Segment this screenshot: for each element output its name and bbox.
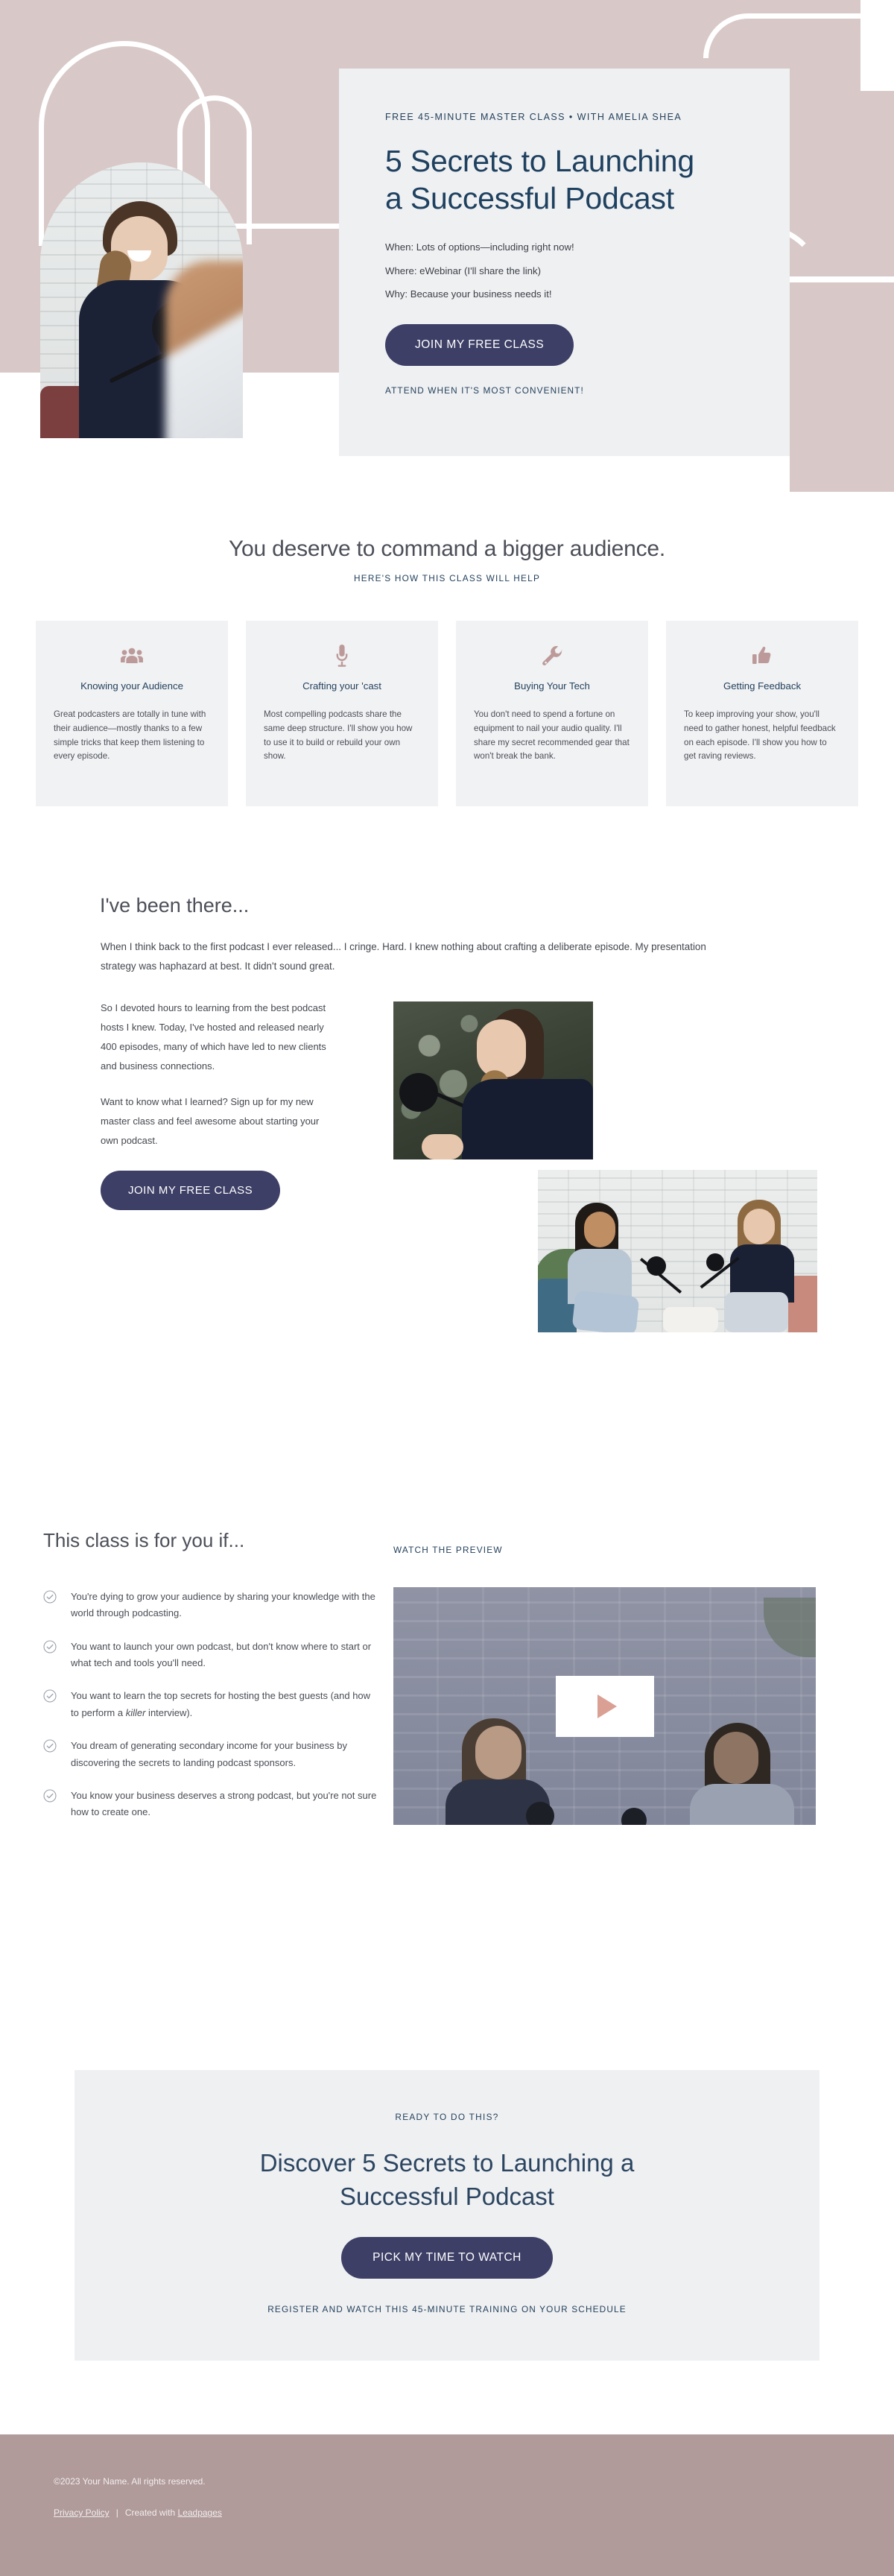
checklist-item-text: You're dying to grow your audience by sh… (71, 1591, 375, 1619)
story-text-column: So I devoted hours to learning from the … (101, 999, 337, 1167)
checklist-item: You know your business deserves a strong… (43, 1788, 378, 1821)
final-cta-eyebrow: READY TO DO THIS? (395, 2112, 499, 2122)
studio-microphone-left (647, 1256, 666, 1276)
checklist-item-text: You want to learn the top secrets for ho… (71, 1690, 371, 1718)
studio-host-face (744, 1209, 775, 1244)
story-title: I've been there... (100, 894, 250, 917)
story-image-studio (538, 1170, 817, 1332)
studio-host-legs (724, 1292, 788, 1332)
check-circle-icon (43, 1689, 57, 1721)
final-cta-footnote: REGISTER AND WATCH THIS 45-MINUTE TRAINI… (267, 2304, 627, 2315)
studio-guest-legs (571, 1290, 640, 1332)
benefit-card-title: Crafting your 'cast (302, 680, 381, 692)
checklist-item-text: You dream of generating secondary income… (71, 1740, 347, 1768)
benefit-card-body: Great podcasters are totally in tune wit… (54, 709, 206, 762)
benefits-section: You deserve to command a bigger audience… (0, 492, 894, 806)
hero-title-line-1: 5 Secrets to Launching (385, 144, 694, 178)
for-you-title: This class is for you if... (43, 1529, 245, 1551)
checklist-item: You want to launch your own podcast, but… (43, 1639, 378, 1672)
studio-microphone-right (706, 1253, 724, 1271)
for-you-section: This class is for you if... You're dying… (0, 1529, 894, 2006)
story-intro-paragraph: When I think back to the first podcast I… (101, 941, 706, 972)
hero-meta-list: When: Lots of options—including right no… (385, 241, 745, 301)
final-cta-title: Discover 5 Secrets to Launching a Succes… (74, 2147, 820, 2213)
check-circle-icon (43, 1640, 57, 1672)
benefit-card-title: Getting Feedback (723, 680, 802, 692)
hero-eyebrow: FREE 45-MINUTE MASTER CLASS • WITH AMELI… (385, 112, 682, 122)
watch-preview-label: WATCH THE PREVIEW (393, 1545, 503, 1555)
check-circle-icon (43, 1590, 57, 1622)
page-footer: ©2023 Your Name. All rights reserved. Pr… (0, 2434, 894, 2576)
leadpages-link[interactable]: Leadpages (178, 2507, 222, 2518)
check-circle-icon (43, 1789, 57, 1821)
benefit-card: Crafting your 'cast Most compelling podc… (246, 621, 438, 806)
hero-meta-where: Where: eWebinar (I'll share the link) (385, 265, 541, 276)
story-paragraph: Want to know what I learned? Sign up for… (101, 1096, 320, 1146)
video-preview-player[interactable] (393, 1587, 816, 1825)
checklist-item: You're dying to grow your audience by sh… (43, 1589, 378, 1622)
hero-section: FREE 45-MINUTE MASTER CLASS • WITH AMELI… (0, 0, 894, 493)
privacy-policy-link[interactable]: Privacy Policy (54, 2507, 110, 2518)
story-join-class-button[interactable]: JOIN MY FREE CLASS (101, 1171, 281, 1210)
benefit-card-title: Buying Your Tech (514, 680, 590, 692)
video-microphone-left (526, 1802, 554, 1825)
for-you-checklist: You're dying to grow your audience by sh… (43, 1589, 378, 1838)
story-image-profile (393, 1001, 593, 1159)
footer-created-prefix: Created with (124, 2507, 178, 2518)
play-triangle-icon (597, 1694, 617, 1718)
benefit-card-title: Knowing your Audience (80, 680, 183, 692)
footer-links: Privacy Policy | Created with Leadpages (54, 2507, 894, 2518)
story-image-torso (462, 1079, 593, 1159)
story-section: I've been there... When I think back to … (0, 881, 894, 1477)
hero-meta-why: Why: Because your business needs it! (385, 288, 552, 300)
final-cta-title-line-1: Discover 5 Secrets to Launching a (259, 2149, 635, 2177)
hero-photo-foreground-blur (165, 261, 243, 438)
story-paragraph: So I devoted hours to learning from the … (101, 1002, 326, 1072)
story-image-hands (422, 1134, 463, 1159)
checklist-item: You dream of generating secondary income… (43, 1738, 378, 1771)
microphone-icon (264, 641, 420, 671)
final-cta-title-line-2: Successful Podcast (340, 2182, 554, 2210)
hero-title-line-2: a Successful Podcast (385, 181, 674, 216)
video-person-right-torso (690, 1784, 794, 1825)
footer-separator: | (115, 2507, 118, 2518)
studio-coffee-table (663, 1307, 718, 1332)
hero-card: FREE 45-MINUTE MASTER CLASS • WITH AMELI… (339, 69, 790, 456)
benefits-card-grid: Knowing your Audience Great podcasters a… (0, 621, 894, 806)
hero-join-class-button[interactable]: JOIN MY FREE CLASS (385, 324, 574, 367)
benefits-subtitle: HERE'S HOW THIS CLASS WILL HELP (353, 573, 541, 583)
hero-footnote: ATTEND WHEN IT'S MOST CONVENIENT! (385, 385, 584, 396)
thumbs-up-icon (684, 641, 840, 671)
benefit-card: Getting Feedback To keep improving your … (666, 621, 858, 806)
play-button[interactable] (555, 1675, 654, 1737)
benefit-card-body: Most compelling podcasts share the same … (264, 709, 413, 762)
wrench-icon (474, 641, 630, 671)
video-person-right-face (714, 1732, 758, 1784)
checklist-item-text: You want to launch your own podcast, but… (71, 1640, 372, 1669)
benefit-card: Buying Your Tech You don't need to spend… (456, 621, 648, 806)
benefit-card-body: You don't need to spend a fortune on equ… (474, 709, 630, 762)
checklist-item: You want to learn the top secrets for ho… (43, 1688, 378, 1721)
hero-photo (40, 162, 243, 438)
pick-my-time-button[interactable]: PICK MY TIME TO WATCH (341, 2237, 553, 2279)
story-image-face (477, 1019, 526, 1077)
final-cta-card: READY TO DO THIS? Discover 5 Secrets to … (74, 2070, 820, 2361)
benefit-card-body: To keep improving your show, you'll need… (684, 709, 836, 762)
final-cta-section: READY TO DO THIS? Discover 5 Secrets to … (0, 2070, 894, 2383)
studio-guest-face (584, 1212, 615, 1247)
check-circle-icon (43, 1739, 57, 1771)
checklist-item-text: You know your business deserves a strong… (71, 1789, 377, 1818)
video-person-left-face (475, 1726, 522, 1779)
curve-line-top-decoration (703, 13, 894, 58)
footer-copyright: ©2023 Your Name. All rights reserved. (54, 2476, 206, 2487)
benefits-title: You deserve to command a bigger audience… (228, 537, 666, 561)
hero-title: 5 Secrets to Launching a Successful Podc… (385, 142, 745, 218)
users-group-icon (54, 641, 210, 671)
hero-meta-when: When: Lots of options—including right no… (385, 241, 574, 253)
benefit-card: Knowing your Audience Great podcasters a… (36, 621, 228, 806)
